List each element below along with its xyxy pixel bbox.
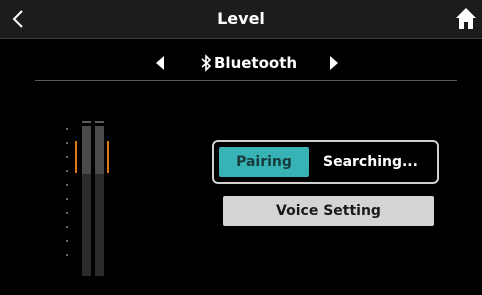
source-selector: Bluetooth <box>0 46 482 80</box>
source-label: Bluetooth <box>214 54 298 72</box>
triangle-left-icon <box>156 56 164 70</box>
scale-tick <box>66 198 68 200</box>
pairing-status: Searching... <box>311 147 432 177</box>
level-screen: Level Bluetooth Pairing Searching... Voi… <box>0 0 482 295</box>
home-button[interactable] <box>454 6 478 32</box>
scale-tick <box>66 226 68 228</box>
divider <box>35 80 457 81</box>
chevron-left-icon <box>12 10 23 28</box>
next-source-button[interactable] <box>327 54 341 72</box>
scale-tick <box>66 170 68 172</box>
level-meter <box>60 118 120 278</box>
scale-tick <box>66 156 68 158</box>
pairing-button[interactable]: Pairing <box>219 147 309 177</box>
scale-tick <box>66 184 68 186</box>
peak-indicator-left <box>75 141 77 173</box>
title-bar: Level <box>0 0 482 39</box>
meter-cap-right <box>95 121 104 123</box>
meter-channel-right <box>95 126 104 276</box>
page-title: Level <box>217 9 265 28</box>
voice-setting-button[interactable]: Voice Setting <box>223 196 434 226</box>
meter-channel-left <box>82 126 91 276</box>
meter-cap-left <box>82 121 91 123</box>
scale-tick <box>66 142 68 144</box>
home-icon <box>456 8 476 29</box>
peak-indicator-right <box>107 141 109 173</box>
meter-fill-right <box>95 126 104 174</box>
pairing-control: Pairing Searching... <box>212 140 439 184</box>
triangle-right-icon <box>330 56 338 70</box>
scale-tick <box>66 254 68 256</box>
prev-source-button[interactable] <box>153 54 167 72</box>
source-name: Bluetooth <box>195 46 297 80</box>
meter-fill-left <box>82 126 91 174</box>
scale-tick <box>66 128 68 130</box>
scale-tick <box>66 240 68 242</box>
scale-tick <box>66 212 68 214</box>
back-button[interactable] <box>4 4 34 34</box>
